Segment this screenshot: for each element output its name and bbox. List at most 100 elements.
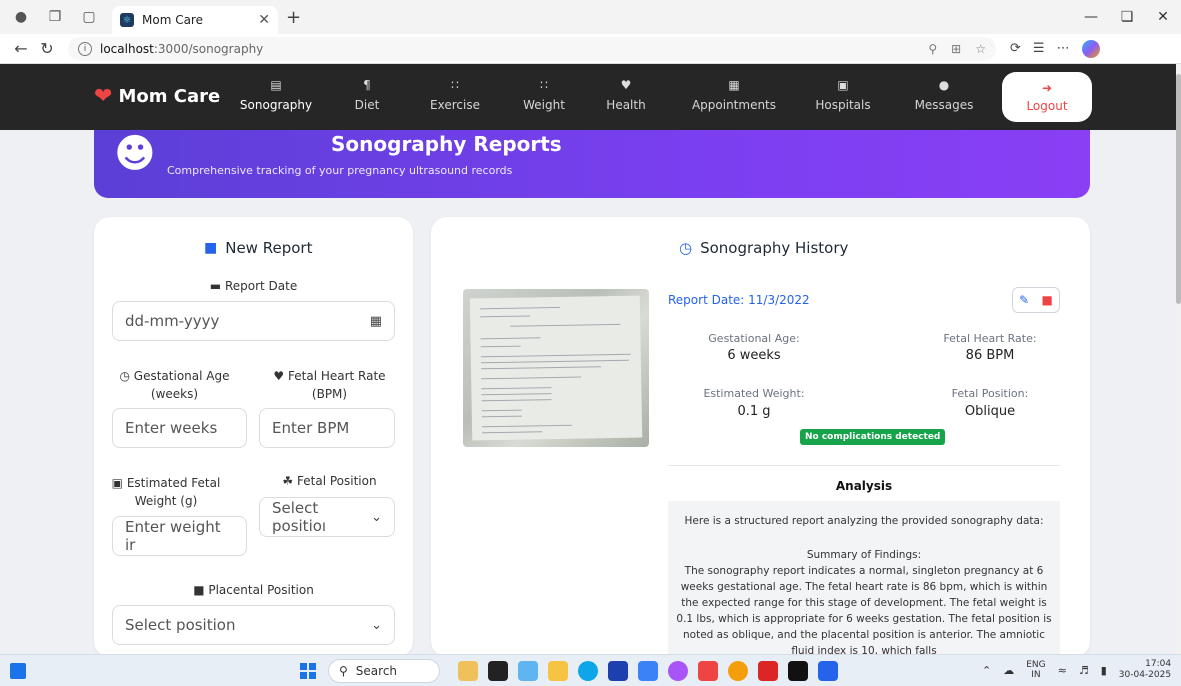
logout-button[interactable]: ➜ Logout — [1002, 72, 1092, 122]
favorites-icon[interactable]: ☰ — [1033, 41, 1045, 56]
fetal-position-select[interactable]: Select positioı ⌄ — [259, 497, 395, 537]
hospital-icon: ▣ — [837, 78, 849, 92]
favorite-star-icon[interactable]: ☆ — [975, 42, 986, 56]
app-icon[interactable] — [458, 661, 478, 681]
page-scrollbar[interactable] — [1176, 64, 1181, 654]
trash-icon[interactable]: ■ — [1042, 293, 1053, 307]
windows-start-icon[interactable] — [300, 663, 316, 679]
taskbar: ⚲ Search ⌃ ☁ ENG IN ≈ ♬ ▮ 17:04 30-04-20… — [0, 654, 1181, 686]
app-icon[interactable] — [518, 661, 538, 681]
logout-label: Logout — [1026, 99, 1068, 113]
placental-position-select[interactable]: Select position ⌄ — [112, 605, 395, 645]
gestational-age-placeholder: Enter weeks — [125, 419, 218, 437]
heart-icon: ❤ — [94, 84, 113, 109]
search-page-icon[interactable]: ⚲ — [928, 42, 937, 56]
close-window-icon[interactable]: ✕ — [1145, 9, 1181, 25]
app-available-icon[interactable]: ⊞ — [951, 42, 961, 56]
app-icon[interactable] — [488, 661, 508, 681]
fetal-weight-label: ▣ Estimated Fetal Weight (g) — [106, 474, 226, 510]
chevron-up-icon[interactable]: ⌃ — [982, 664, 991, 677]
back-icon[interactable]: ← — [8, 39, 34, 58]
nav-exercise[interactable]: ∷ Exercise — [410, 78, 500, 112]
nav-health[interactable]: ♥ Health — [581, 78, 671, 112]
refresh-icon[interactable]: ↻ — [34, 39, 60, 58]
extensions-icon[interactable]: ⟳ — [1010, 41, 1021, 56]
profile-icon[interactable]: ● — [8, 4, 34, 30]
cloud-icon[interactable]: ☁ — [1003, 664, 1014, 677]
minimize-icon[interactable]: — — [1073, 9, 1109, 25]
report-date-input[interactable]: dd-mm-yyyy ▦ — [112, 301, 395, 341]
brand-logo[interactable]: ❤ Mom Care — [94, 84, 220, 109]
gestational-age-stat-label: Gestational Age: — [708, 332, 800, 345]
nav-appointments[interactable]: ▦ Appointments — [689, 78, 779, 112]
utensils-icon: ¶ — [363, 78, 371, 92]
workspaces-icon[interactable]: ❐ — [42, 4, 68, 30]
volume-icon[interactable]: ♬ — [1079, 664, 1089, 677]
app-icon[interactable] — [638, 661, 658, 681]
edge-icon[interactable] — [578, 661, 598, 681]
chevron-down-icon: ⌄ — [371, 509, 382, 525]
url-field[interactable]: i localhost :3000/sonography ⚲ ⊞ ☆ — [68, 36, 996, 61]
calendar-small-icon: ▬ — [209, 279, 222, 293]
position-stat-label: Fetal Position: — [951, 387, 1029, 400]
pycharm-icon[interactable] — [788, 661, 808, 681]
wifi-icon[interactable]: ≈ — [1058, 664, 1067, 677]
weight-stat-label: Estimated Weight: — [703, 387, 805, 400]
copilot-icon[interactable] — [1081, 39, 1100, 58]
store-icon[interactable] — [608, 661, 628, 681]
weight-stat-value: 0.1 g — [737, 404, 771, 419]
report-paper — [469, 295, 643, 441]
browser-tabstrip: ● ❐ ▢ ⚛ Mom Care ✕ + — ❏ ✕ — [0, 0, 1181, 34]
scale-small-icon: ▣ — [111, 476, 124, 490]
nav-diet[interactable]: ¶ Diet — [322, 78, 412, 112]
close-tab-icon[interactable]: ✕ — [258, 12, 270, 28]
tab-actions-icon[interactable]: ▢ — [76, 4, 102, 30]
sonography-history-card: ◷ Sonography History Report Date: 11/3/2… — [431, 217, 1090, 657]
taskbar-clock[interactable]: 17:04 30-04-2025 — [1119, 659, 1171, 681]
dumbbell-icon: ∷ — [451, 78, 459, 92]
fhr-stat-value: 86 BPM — [965, 348, 1015, 363]
more-menu-icon[interactable]: ⋯ — [1057, 41, 1070, 56]
analysis-body: The sonography report indicates a normal… — [676, 565, 1052, 657]
chrome-icon[interactable] — [728, 661, 748, 681]
nav-sonography[interactable]: ▤ Sonography — [231, 78, 321, 112]
position-stat-value: Oblique — [964, 404, 1016, 419]
app-icon[interactable] — [758, 661, 778, 681]
nav-weight[interactable]: ∷ Weight — [499, 78, 589, 112]
battery-icon[interactable]: ▮ — [1101, 664, 1107, 677]
vscode-icon[interactable] — [818, 661, 838, 681]
gestational-age-input[interactable]: Enter weeks — [112, 408, 247, 448]
file-explorer-icon[interactable] — [548, 661, 568, 681]
taskbar-search[interactable]: ⚲ Search — [328, 659, 440, 683]
placental-position-label-text: Placental Position — [208, 583, 314, 597]
chat-icon: ● — [938, 78, 950, 92]
browser-tab[interactable]: ⚛ Mom Care ✕ — [112, 6, 278, 34]
scrollbar-thumb[interactable] — [1176, 74, 1181, 304]
placental-position-value: Select position — [125, 616, 236, 634]
new-tab-button[interactable]: + — [286, 7, 301, 28]
fetal-weight-input[interactable]: Enter weight ir — [112, 516, 247, 556]
fetal-weight-placeholder: Enter weight ir — [125, 518, 221, 554]
report-date: Report Date: 11/3/2022 — [668, 293, 810, 307]
widgets-icon[interactable] — [10, 663, 26, 679]
lang-bottom: IN — [1031, 670, 1041, 680]
fetal-heart-rate-label-text: Fetal Heart Rate (BPM) — [288, 369, 386, 401]
nav-label: Exercise — [430, 98, 480, 112]
nav-label: Health — [606, 98, 646, 112]
edit-icon[interactable]: ✎ — [1019, 293, 1029, 307]
nav-hospitals[interactable]: ▣ Hospitals — [798, 78, 888, 112]
site-info-icon[interactable]: i — [78, 41, 92, 56]
status-badge: No complications detected — [800, 429, 946, 445]
restore-icon[interactable]: ❏ — [1109, 9, 1145, 25]
fetal-heart-rate-input[interactable]: Enter BPM — [259, 408, 395, 448]
report-actions: ✎ ■ — [1012, 287, 1060, 313]
report-date-placeholder: dd-mm-yyyy — [125, 312, 220, 330]
youtube-icon[interactable] — [698, 661, 718, 681]
analysis-text: Here is a structured report analyzing th… — [668, 501, 1060, 657]
calendar-picker-icon[interactable]: ▦ — [370, 314, 382, 329]
nav-messages[interactable]: ● Messages — [899, 78, 989, 112]
app-icon[interactable] — [668, 661, 688, 681]
language-indicator[interactable]: ENG IN — [1026, 660, 1045, 680]
heartbeat-icon: ♥ — [620, 78, 632, 92]
sonography-report-image[interactable] — [463, 289, 649, 447]
